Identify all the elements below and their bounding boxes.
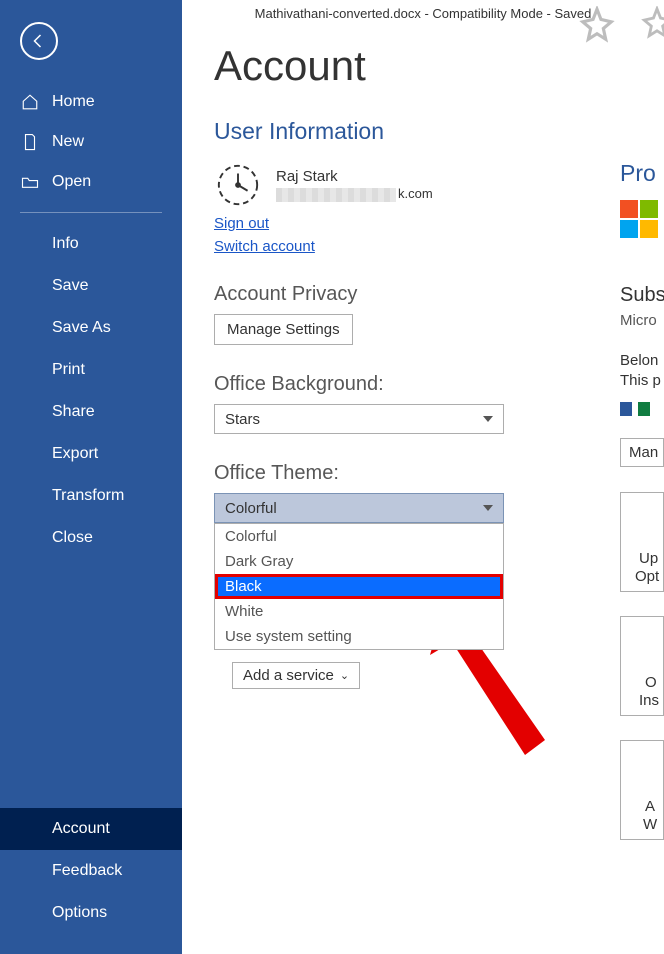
sidebar-item-label: Home <box>52 93 95 111</box>
theme-option-system[interactable]: Use system setting <box>215 624 503 649</box>
right-panel-peek: Pro Subs Micro Belon This p Man Up Opt O… <box>620 0 664 954</box>
tile-box[interactable]: O Ins <box>620 616 664 716</box>
chevron-down-icon: ⌄ <box>340 669 349 682</box>
sidebar-item-account[interactable]: Account <box>0 808 182 850</box>
sidebar-item-saveas[interactable]: Save As <box>0 307 182 349</box>
sidebar-item-export[interactable]: Export <box>0 433 182 475</box>
account-privacy-section: Account Privacy Manage Settings <box>214 283 654 345</box>
section-heading: Account Privacy <box>214 283 654 306</box>
sidebar-item-options[interactable]: Options <box>0 892 182 934</box>
user-name: Raj Stark <box>276 167 433 187</box>
sidebar-item-label: Info <box>52 235 79 253</box>
text-fragment: This p <box>620 372 664 389</box>
text-fragment: W <box>643 816 663 833</box>
office-theme-options: Colorful Dark Gray Black White Use syste… <box>214 523 504 650</box>
user-email: k.com <box>276 186 433 203</box>
user-info-section: User Information Raj Stark k.com <box>214 118 654 255</box>
sidebar-item-feedback[interactable]: Feedback <box>0 850 182 892</box>
sidebar-item-share[interactable]: Share <box>0 391 182 433</box>
account-page: Mathivathani-converted.docx - Compatibil… <box>182 0 664 954</box>
sidebar-item-transform[interactable]: Transform <box>0 475 182 517</box>
text-fragment: Belon <box>620 352 664 369</box>
sign-out-link[interactable]: Sign out <box>214 215 654 232</box>
sidebar-item-label: New <box>52 133 84 151</box>
chevron-down-icon <box>483 416 493 422</box>
sidebar-item-open[interactable]: Open <box>0 162 182 202</box>
subscription-heading: Subs <box>620 284 664 307</box>
sidebar-separator <box>20 212 162 213</box>
product-info-heading: Pro <box>620 160 664 187</box>
home-icon <box>20 92 40 112</box>
text-fragment: Micro <box>620 312 664 329</box>
add-service-button[interactable]: Add a service ⌄ <box>232 662 360 689</box>
text-fragment: Up <box>639 550 663 567</box>
redacted-email-icon <box>276 188 396 202</box>
sidebar-item-label: Account <box>52 820 110 838</box>
word-icon <box>620 402 632 416</box>
office-logo-icon <box>620 200 658 238</box>
sidebar-item-save[interactable]: Save <box>0 265 182 307</box>
sidebar-item-info[interactable]: Info <box>0 223 182 265</box>
sidebar-item-label: Open <box>52 173 91 191</box>
new-doc-icon <box>20 132 40 152</box>
sidebar-item-label: Print <box>52 361 85 379</box>
sidebar-item-label: Close <box>52 529 93 547</box>
office-background-section: Office Background: Stars <box>214 373 654 434</box>
page-title: Account <box>214 42 654 90</box>
star-decoration-icon <box>578 6 616 44</box>
text-fragment: Opt <box>635 568 663 585</box>
section-heading: Office Theme: <box>214 462 654 485</box>
theme-option-black[interactable]: Black <box>215 574 503 599</box>
chevron-down-icon <box>483 505 493 511</box>
office-theme-dropdown[interactable]: Colorful Colorful Dark Gray Black White … <box>214 493 504 523</box>
manage-settings-button[interactable]: Manage Settings <box>214 314 353 345</box>
office-background-dropdown[interactable]: Stars <box>214 404 504 434</box>
switch-account-link[interactable]: Switch account <box>214 238 654 255</box>
button-label: Add a service <box>243 667 334 684</box>
sidebar-item-label: Transform <box>52 487 124 505</box>
theme-option-colorful[interactable]: Colorful <box>215 524 503 549</box>
tile-box[interactable]: A W <box>620 740 664 840</box>
email-suffix: k.com <box>398 186 433 201</box>
excel-icon <box>638 402 650 416</box>
sidebar-item-print[interactable]: Print <box>0 349 182 391</box>
folder-open-icon <box>20 172 40 192</box>
theme-option-white[interactable]: White <box>215 599 503 624</box>
backstage-sidebar: Home New Open Info Save Save As Print Sh… <box>0 0 182 954</box>
text-fragment: Ins <box>639 692 663 709</box>
text-fragment: A <box>645 798 663 815</box>
sidebar-item-label: Export <box>52 445 98 463</box>
sidebar-item-label: Feedback <box>52 862 122 880</box>
sidebar-item-close[interactable]: Close <box>0 517 182 559</box>
sidebar-item-label: Options <box>52 904 107 922</box>
user-avatar-icon <box>214 161 262 209</box>
back-button[interactable] <box>20 22 58 60</box>
theme-option-darkgray[interactable]: Dark Gray <box>215 549 503 574</box>
arrow-left-icon <box>30 32 48 50</box>
dropdown-value: Stars <box>225 411 260 428</box>
dropdown-value: Colorful <box>225 500 277 517</box>
manage-button[interactable]: Man <box>620 438 664 467</box>
sidebar-item-new[interactable]: New <box>0 122 182 162</box>
section-heading: User Information <box>214 118 654 145</box>
sidebar-item-label: Save <box>52 277 88 295</box>
section-heading: Office Background: <box>214 373 654 396</box>
sidebar-item-label: Share <box>52 403 95 421</box>
sidebar-item-label: Save As <box>52 319 111 337</box>
sidebar-item-home[interactable]: Home <box>0 82 182 122</box>
tile-box[interactable]: Up Opt <box>620 492 664 592</box>
office-theme-section: Office Theme: Colorful Colorful Dark Gra… <box>214 462 654 523</box>
text-fragment: O <box>645 674 663 691</box>
